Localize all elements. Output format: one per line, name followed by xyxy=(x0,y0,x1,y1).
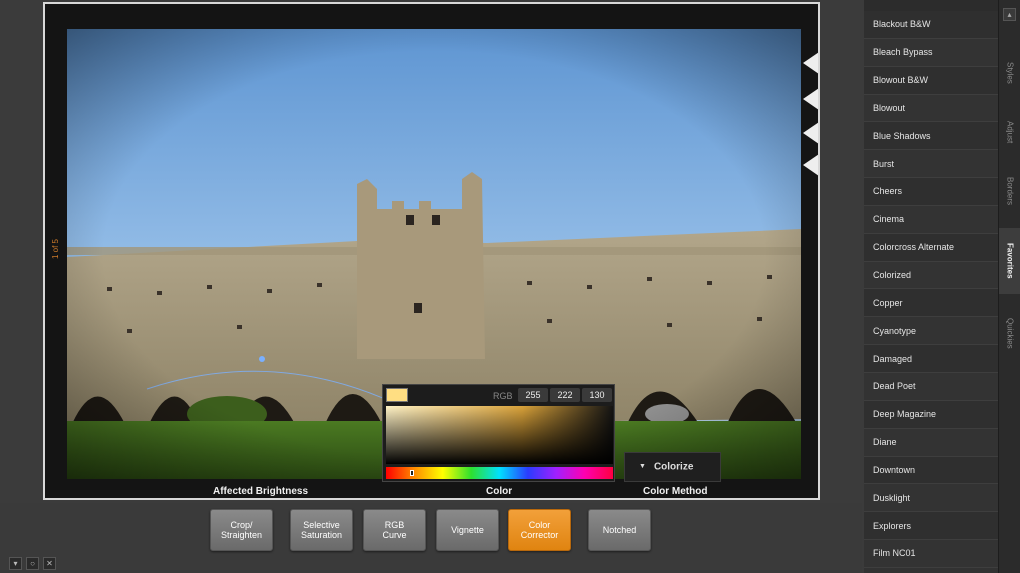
tab-borders[interactable]: Borders xyxy=(999,160,1020,222)
dropdown-icon[interactable]: ▾ xyxy=(9,557,22,570)
film-edge-marker: 1 of 5 xyxy=(51,239,60,260)
photo-editor-app: 1 of 5 RGB 255 222 130 ▼ Colorize Affecte… xyxy=(0,0,1020,573)
dropdown-arrow-icon: ▼ xyxy=(639,463,646,470)
style-item[interactable]: Diane xyxy=(864,428,998,457)
tab-adjust[interactable]: Adjust xyxy=(999,110,1020,155)
style-item[interactable]: Blowout B&W xyxy=(864,66,998,95)
color-swatch[interactable] xyxy=(386,388,408,402)
chevron-up-icon[interactable]: ▴ xyxy=(1003,8,1016,21)
style-item[interactable]: Bleach Bypass xyxy=(864,38,998,67)
tab-favorites[interactable]: Favorites xyxy=(999,228,1020,294)
saturation-brightness-field[interactable] xyxy=(386,406,613,464)
style-item[interactable]: Blowout xyxy=(864,94,998,123)
tool-toolbar: Crop/ Straighten Selective Saturation RG… xyxy=(0,503,862,573)
red-value-field[interactable]: 255 xyxy=(518,388,548,402)
category-tabs: ▴ Styles Adjust Borders Favorites Quicki… xyxy=(998,0,1020,573)
style-item[interactable]: Copper xyxy=(864,289,998,318)
style-item[interactable]: Cinema xyxy=(864,205,998,234)
color-label: Color xyxy=(486,486,513,497)
tab-quickies[interactable]: Quickies xyxy=(999,300,1020,366)
color-method-label: Color Method xyxy=(643,486,708,497)
style-item[interactable]: Cheers xyxy=(864,178,998,206)
affected-brightness-label: Affected Brightness xyxy=(213,486,309,497)
style-item[interactable]: Deep Magazine xyxy=(864,400,998,429)
tab-styles-label: Styles xyxy=(1005,61,1015,84)
hue-slider[interactable] xyxy=(386,467,613,479)
settings-icon[interactable]: ○ xyxy=(26,557,39,570)
film-notch xyxy=(803,88,818,110)
tab-adjust-label: Adjust xyxy=(1005,121,1015,144)
style-item[interactable]: Dead Poet xyxy=(864,372,998,401)
tab-borders-label: Borders xyxy=(1005,176,1015,205)
style-item[interactable]: Explorers xyxy=(864,512,998,541)
style-item[interactable]: Damaged xyxy=(864,345,998,373)
color-picker[interactable]: RGB 255 222 130 xyxy=(382,384,615,482)
blue-value-field[interactable]: 130 xyxy=(582,388,612,402)
tab-favorites-label: Favorites xyxy=(1005,243,1015,279)
crop-straighten-button[interactable]: Crop/ Straighten xyxy=(210,509,273,551)
color-corrector-button[interactable]: Color Corrector xyxy=(508,509,571,551)
film-notch xyxy=(803,52,818,74)
style-list[interactable]: Blackout B&W Bleach Bypass Blowout B&W B… xyxy=(864,0,998,573)
color-method-value: Colorize xyxy=(653,461,694,473)
style-item[interactable]: Film NC01 xyxy=(864,540,998,568)
film-notch xyxy=(803,122,818,144)
tab-quickies-label: Quickies xyxy=(1005,317,1015,349)
list-top-spacer xyxy=(864,0,998,11)
color-method-dropdown[interactable]: ▼ Colorize xyxy=(624,452,721,482)
style-item[interactable]: Colorcross Alternate xyxy=(864,233,998,262)
style-item[interactable]: Burst xyxy=(864,150,998,179)
rgb-label: RGB xyxy=(493,391,513,401)
film-notch xyxy=(803,154,818,176)
green-value-field[interactable]: 222 xyxy=(550,388,580,402)
close-icon[interactable]: ✕ xyxy=(43,557,56,570)
hue-slider-handle[interactable] xyxy=(410,470,414,476)
notched-button[interactable]: Notched xyxy=(588,509,651,551)
style-item[interactable]: Downtown xyxy=(864,456,998,485)
selective-saturation-button[interactable]: Selective Saturation xyxy=(290,509,353,551)
style-item[interactable]: Blue Shadows xyxy=(864,122,998,151)
rgb-curve-button[interactable]: RGB Curve xyxy=(363,509,426,551)
style-item[interactable]: Blackout B&W xyxy=(864,11,998,39)
style-item[interactable]: Colorized xyxy=(864,261,998,290)
style-item[interactable]: Cyanotype xyxy=(864,317,998,346)
tab-styles[interactable]: Styles xyxy=(999,40,1020,105)
vignette-button[interactable]: Vignette xyxy=(436,509,499,551)
style-item[interactable]: Dusklight xyxy=(864,484,998,513)
